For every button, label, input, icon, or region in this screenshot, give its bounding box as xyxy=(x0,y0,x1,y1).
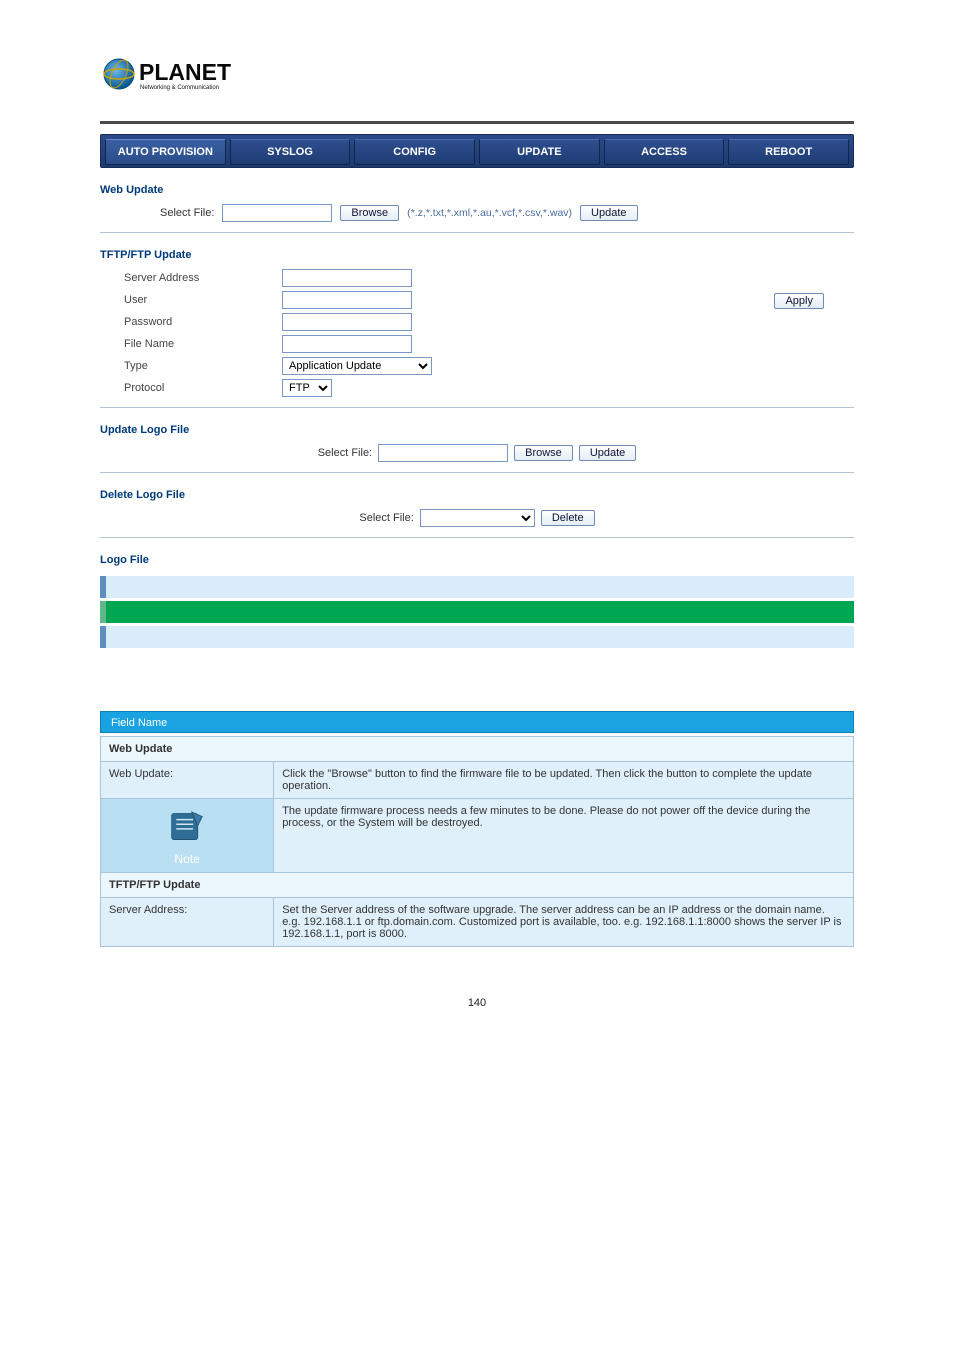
section-delete-logo: Delete Logo File xyxy=(100,489,854,501)
select-protocol[interactable]: FTP xyxy=(282,379,332,397)
label-password: Password xyxy=(124,316,274,328)
logo-file-bars xyxy=(100,576,854,648)
input-server-address[interactable] xyxy=(282,269,412,287)
label-server-address: Server Address xyxy=(124,272,274,284)
top-rule xyxy=(100,121,854,124)
divider xyxy=(100,537,854,538)
note-label: Note xyxy=(109,852,265,866)
def-web-update-label: Web Update: xyxy=(101,762,274,799)
section-logo-file: Logo File xyxy=(100,554,854,566)
def-tftp-server-text: Set the Server address of the software u… xyxy=(274,898,854,947)
tab-auto-provision[interactable]: AUTO PROVISION xyxy=(105,139,226,165)
def-tftp-server-label: Server Address: xyxy=(101,898,274,947)
tab-bar: AUTO PROVISION SYSLOG CONFIG UPDATE ACCE… xyxy=(100,134,854,168)
bar-light-1 xyxy=(100,576,854,598)
tab-syslog[interactable]: SYSLOG xyxy=(230,139,351,165)
definitions-table: Web Update Web Update: Click the "Browse… xyxy=(100,736,854,947)
label-user: User xyxy=(124,294,274,306)
tftp-apply-button[interactable]: Apply xyxy=(774,293,824,309)
section-update-logo: Update Logo File xyxy=(100,424,854,436)
label-type: Type xyxy=(124,360,274,372)
input-password[interactable] xyxy=(282,313,412,331)
input-file-name[interactable] xyxy=(282,335,412,353)
tab-reboot[interactable]: REBOOT xyxy=(728,139,849,165)
tab-update[interactable]: UPDATE xyxy=(479,139,600,165)
bar-light-2 xyxy=(100,626,854,648)
web-update-select-file-label: Select File: xyxy=(160,207,214,219)
def-web-update-text: Click the "Browse" button to find the fi… xyxy=(274,762,854,799)
brand-text: PLANET xyxy=(139,59,231,85)
def-note-text: The update firmware process needs a few … xyxy=(274,799,854,873)
select-type[interactable]: Application Update xyxy=(282,357,432,375)
note-icon xyxy=(164,805,210,845)
brand-tagline: Networking & Communication xyxy=(140,85,219,91)
page-number: 140 xyxy=(100,997,854,1009)
def-tftp-title: TFTP/FTP Update xyxy=(109,879,200,891)
definitions-header: Field Name xyxy=(100,711,854,733)
update-logo-browse-button[interactable]: Browse xyxy=(514,445,573,461)
delete-logo-select[interactable] xyxy=(420,509,535,527)
section-web-update: Web Update xyxy=(100,184,854,196)
web-update-hint: (*.z,*.txt,*.xml,*.au,*.vcf,*.csv,*.wav) xyxy=(407,207,572,219)
web-update-update-button[interactable]: Update xyxy=(580,205,637,221)
def-web-update-title: Web Update xyxy=(109,743,172,755)
tab-config[interactable]: CONFIG xyxy=(354,139,475,165)
web-update-file-input[interactable] xyxy=(222,204,332,222)
section-tftp: TFTP/FTP Update xyxy=(100,249,854,261)
divider xyxy=(100,472,854,473)
label-file-name: File Name xyxy=(124,338,274,350)
bar-green xyxy=(100,601,854,623)
tab-access[interactable]: ACCESS xyxy=(604,139,725,165)
brand-logo: PLANET Networking & Communication xyxy=(100,50,854,101)
divider xyxy=(100,407,854,408)
delete-logo-select-label: Select File: xyxy=(359,512,413,524)
definitions-header-field: Field Name xyxy=(111,717,167,729)
update-logo-select-label: Select File: xyxy=(318,447,372,459)
label-protocol: Protocol xyxy=(124,382,274,394)
update-logo-update-button[interactable]: Update xyxy=(579,445,636,461)
divider xyxy=(100,232,854,233)
delete-logo-delete-button[interactable]: Delete xyxy=(541,510,595,526)
web-update-browse-button[interactable]: Browse xyxy=(340,205,399,221)
update-logo-file-input[interactable] xyxy=(378,444,508,462)
input-user[interactable] xyxy=(282,291,412,309)
